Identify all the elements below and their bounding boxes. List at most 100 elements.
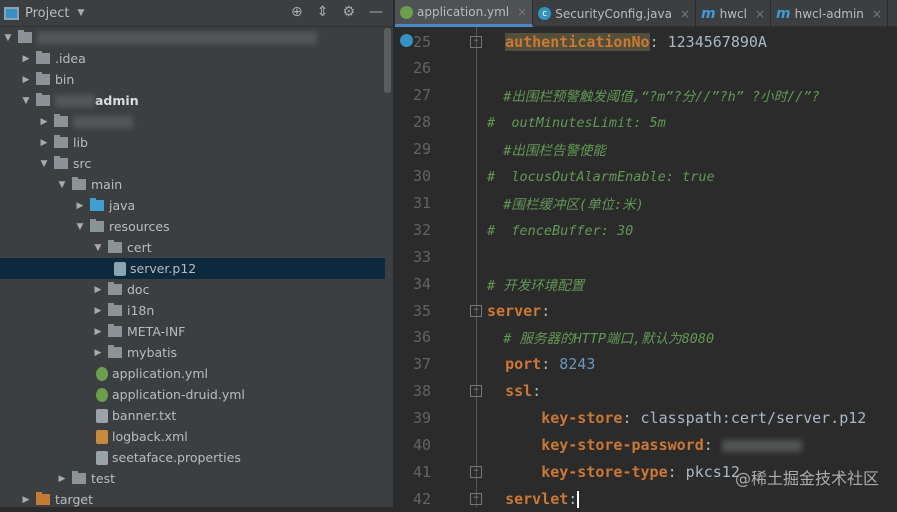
locate-icon[interactable]: ⊕	[291, 4, 303, 20]
expand-arrow-icon[interactable]: ▶	[92, 285, 104, 295]
tree-item-label: resources	[109, 219, 170, 234]
file-icon	[96, 429, 108, 444]
tree-item[interactable]: application-druid.yml	[0, 384, 385, 405]
file-icon	[96, 366, 108, 381]
line-number: 42	[412, 489, 431, 508]
expand-arrow-icon[interactable]: ▼	[56, 180, 68, 190]
line-number: 36	[412, 328, 431, 347]
tree-item-label: target	[55, 492, 94, 507]
tree-item-label: bin	[55, 72, 75, 87]
code-line: 25 − authenticationNo: 1234567890A	[395, 28, 897, 55]
collapse-all-icon[interactable]: ⇕	[317, 4, 329, 20]
code-editor[interactable]: @稀土掘金技术社区 25− authenticationNo: 12345678…	[395, 27, 897, 508]
tree-item-label: test	[91, 471, 116, 486]
project-icon	[4, 6, 19, 20]
expand-arrow-icon[interactable]: ▶	[20, 495, 32, 505]
tree-item[interactable]: ▶ i18n	[0, 300, 385, 321]
tree-item[interactable]: ▼ main	[0, 174, 385, 195]
fold-marker-icon[interactable]: −	[470, 465, 482, 478]
chevron-down-icon[interactable]: ▼	[77, 8, 84, 18]
line-number: 35	[412, 301, 431, 320]
project-panel-title[interactable]: Project	[25, 6, 69, 21]
tree-item-label: META-INF	[127, 324, 186, 339]
tree-item[interactable]: seetaface.properties	[0, 447, 385, 468]
tree-item[interactable]: ▶ java	[0, 195, 385, 216]
code-line: 34 # 开发环境配置	[395, 270, 897, 297]
folder-icon	[108, 345, 122, 358]
expand-arrow-icon[interactable]: ▼	[38, 159, 50, 169]
gear-icon[interactable]: ⚙	[342, 4, 355, 20]
expand-arrow-icon[interactable]: ▼	[74, 222, 86, 232]
tree-item-label: seetaface.properties	[112, 450, 241, 465]
line-number: 34	[412, 274, 431, 293]
tree-item[interactable]: ▶ mybatis	[0, 342, 385, 363]
expand-arrow-icon[interactable]: ▶	[74, 201, 86, 211]
scrollbar[interactable]	[384, 28, 391, 93]
code-token: :	[568, 489, 578, 508]
tree-item-label: doc	[127, 282, 150, 297]
code-text: server:	[487, 302, 895, 320]
close-tab-icon[interactable]: ×	[680, 7, 690, 21]
line-number: 32	[412, 220, 431, 239]
folder-icon	[72, 471, 86, 484]
code-token: port	[505, 355, 542, 374]
minimize-icon[interactable]: —	[369, 4, 383, 20]
expand-arrow-icon[interactable]: ▼	[92, 243, 104, 253]
close-tab-icon[interactable]: ×	[872, 7, 882, 21]
tree-item[interactable]: ▶ bin	[0, 69, 385, 90]
expand-arrow-icon[interactable]: ▶	[38, 117, 50, 127]
tab-application-yml[interactable]: application.yml ×	[395, 0, 534, 27]
tab-label: application.yml	[417, 5, 510, 19]
code-text: #围栏缓冲区(单位:米)	[487, 193, 895, 213]
maven-icon: m	[701, 5, 716, 22]
expand-arrow-icon[interactable]: ▼	[2, 33, 14, 43]
name-redacted	[55, 94, 95, 107]
code-token: key-store-type	[541, 462, 668, 481]
fold-marker-icon[interactable]: −	[470, 492, 482, 505]
tree-item[interactable]: ▶ doc	[0, 279, 385, 300]
tree-item[interactable]: ▶ .idea	[0, 48, 385, 69]
editor-tabs: application.yml × c SecurityConfig.java × m hw…	[395, 0, 897, 54]
tab-hwcl-admin[interactable]: m hwcl-admin ×	[771, 0, 888, 27]
tree-item[interactable]: ▶ META-INF	[0, 321, 385, 342]
code-line: 39 key-store: classpath:cert/server.p12	[395, 405, 897, 432]
tree-item[interactable]: ▼ cert	[0, 237, 385, 258]
tree-root[interactable]: ▼	[0, 27, 385, 48]
tree-item[interactable]: banner.txt	[0, 405, 385, 426]
expand-arrow-icon[interactable]: ▶	[56, 474, 68, 484]
line-number: 41	[412, 462, 431, 481]
fold-marker-icon[interactable]: −	[470, 35, 482, 48]
folder-icon	[108, 240, 122, 253]
expand-arrow-icon[interactable]: ▼	[20, 96, 32, 106]
tree-item[interactable]: server.p12	[0, 258, 385, 279]
tree-item-label: server.p12	[130, 261, 197, 276]
tree-item[interactable]: application.yml	[0, 363, 385, 384]
tree-item[interactable]: ▼ resources	[0, 216, 385, 237]
expand-arrow-icon[interactable]: ▶	[20, 54, 32, 64]
close-tab-icon[interactable]: ×	[755, 7, 765, 21]
tab-securityconfig-java[interactable]: c SecurityConfig.java ×	[533, 0, 697, 27]
tree-item[interactable]: ▶ lib	[0, 132, 385, 153]
tree-item[interactable]: ▼ src	[0, 153, 385, 174]
code-token: # locusOutAlarmEnable: true	[487, 169, 715, 185]
line-number: 39	[412, 409, 431, 428]
tree-item[interactable]: logback.xml	[0, 426, 385, 447]
expand-arrow-icon[interactable]: ▶	[20, 75, 32, 85]
expand-arrow-icon[interactable]: ▶	[38, 138, 50, 148]
code-text: key-store: classpath:cert/server.p12	[487, 409, 895, 427]
tab-hwcl[interactable]: m hwcl ×	[696, 0, 772, 27]
tree-item[interactable]: ▼ admin	[0, 90, 385, 111]
folder-icon	[90, 198, 104, 211]
fold-marker-icon[interactable]: −	[470, 304, 482, 317]
expand-arrow-icon[interactable]: ▶	[92, 306, 104, 316]
tree-item[interactable]: ▶	[0, 111, 385, 132]
tree-item-label: banner.txt	[112, 408, 177, 423]
fold-marker-icon[interactable]: −	[470, 385, 482, 398]
expand-arrow-icon[interactable]: ▶	[92, 327, 104, 337]
tree-item-label: application-druid.yml	[112, 387, 245, 402]
expand-arrow-icon[interactable]: ▶	[92, 348, 104, 358]
close-tab-icon[interactable]: ×	[517, 5, 527, 19]
tree-item[interactable]: ▶ test	[0, 468, 385, 489]
